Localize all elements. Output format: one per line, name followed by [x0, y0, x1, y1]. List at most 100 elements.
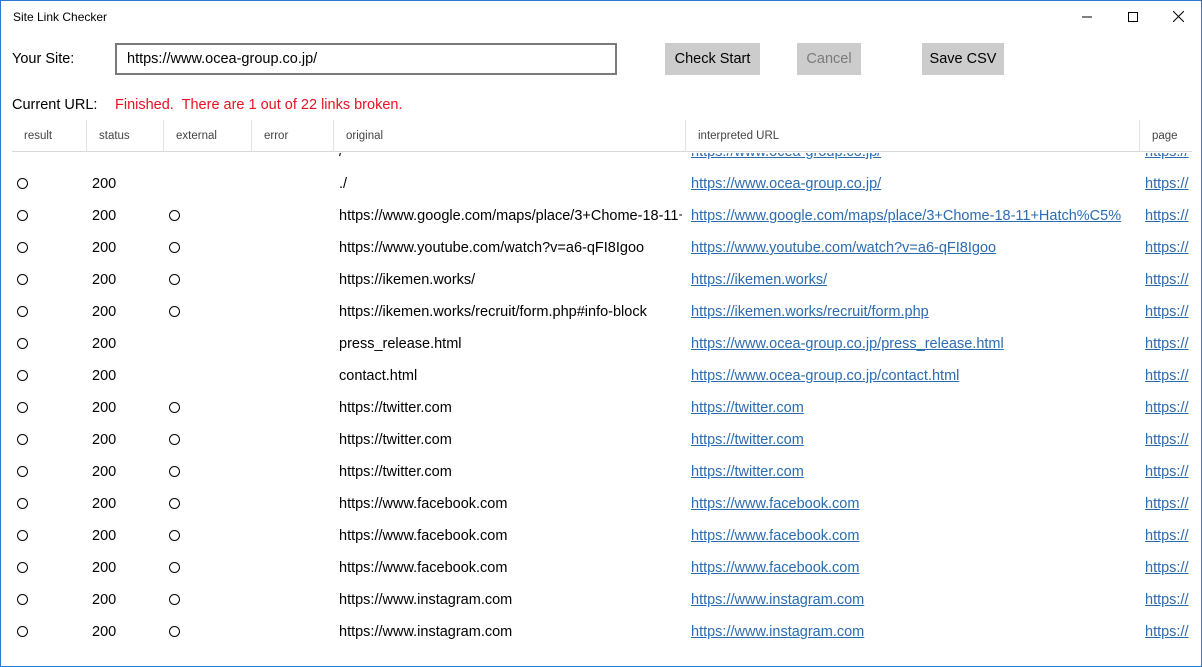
- close-icon: [1172, 11, 1184, 22]
- interpreted-url-link[interactable]: https://www.instagram.com: [691, 616, 1136, 648]
- original-url-cell: press_release.html: [339, 336, 462, 352]
- column-header-interpreted-url[interactable]: interpreted URL: [686, 120, 1140, 152]
- page-url-link[interactable]: https://: [1145, 328, 1192, 360]
- table-row[interactable]: 200 https://www.facebook.com https://www.f…: [12, 520, 1192, 552]
- interpreted-url-link[interactable]: https://www.facebook.com: [691, 552, 1136, 584]
- interpreted-url-link[interactable]: https://ikemen.works/recruit/form.php: [691, 296, 1136, 328]
- interpreted-url-link[interactable]: https://www.instagram.com: [691, 584, 1136, 616]
- minimize-button[interactable]: [1064, 1, 1110, 32]
- status-cell: 200: [92, 304, 117, 320]
- status-cell: 200: [92, 624, 117, 640]
- original-url-cell: https://www.facebook.com: [339, 496, 508, 512]
- page-url-link[interactable]: https://: [1145, 264, 1192, 296]
- external-cell: [169, 584, 249, 616]
- page-url-link[interactable]: https://: [1145, 392, 1192, 424]
- interpreted-url-link[interactable]: https://twitter.com: [691, 424, 1136, 456]
- status-cell: 200: [92, 432, 117, 448]
- status-cell: 200: [92, 240, 117, 256]
- result-cell: [17, 584, 77, 616]
- table-row[interactable]: 200 https://www.google.com/maps/place/3+C…: [12, 200, 1192, 232]
- interpreted-url-link[interactable]: https://www.facebook.com: [691, 488, 1136, 520]
- interpreted-url-link[interactable]: https://www.instagram.com: [691, 648, 1136, 656]
- table-row[interactable]: 200 https://twitter.com https://twitter.co…: [12, 392, 1192, 424]
- page-url-link[interactable]: https://: [1145, 584, 1192, 616]
- interpreted-url-link[interactable]: https://www.google.com/maps/place/3+Chom…: [691, 200, 1136, 232]
- page-url-link[interactable]: https://: [1145, 616, 1192, 648]
- maximize-button[interactable]: [1110, 1, 1156, 32]
- external-cell: [169, 456, 249, 488]
- table-row[interactable]: / https://www.ocea-group.co.jp/https://: [12, 153, 1192, 168]
- interpreted-url-link[interactable]: https://ikemen.works/: [691, 264, 1136, 296]
- ok-circle-icon: [17, 465, 28, 477]
- page-url-link[interactable]: https://: [1145, 360, 1192, 392]
- page-url-link[interactable]: https://: [1145, 456, 1192, 488]
- table-row[interactable]: 200 https://twitter.com https://twitter.co…: [12, 424, 1192, 456]
- column-header-status[interactable]: status: [87, 120, 164, 152]
- page-url-link[interactable]: https://: [1145, 488, 1192, 520]
- results-grid[interactable]: /https://www.ocea-group.co.jp/https://20…: [12, 153, 1192, 656]
- page-url-link[interactable]: https://: [1145, 424, 1192, 456]
- close-button[interactable]: [1155, 1, 1201, 32]
- ok-circle-icon: [169, 433, 180, 445]
- table-row[interactable]: 200 https://www.facebook.com https://www.f…: [12, 488, 1192, 520]
- result-cell: [17, 520, 77, 552]
- table-row[interactable]: 200 https://www.youtube.com/watch?v=a6-qF…: [12, 232, 1192, 264]
- column-header-external[interactable]: external: [164, 120, 252, 152]
- site-url-input[interactable]: [115, 43, 617, 75]
- external-cell: [169, 264, 249, 296]
- column-header-original[interactable]: original: [334, 120, 686, 152]
- ok-circle-icon: [169, 241, 180, 253]
- table-row[interactable]: 200 https://www.instagram.com https://www.…: [12, 648, 1192, 656]
- table-row[interactable]: 200 https://www.instagram.com https://www.…: [12, 584, 1192, 616]
- table-row[interactable]: 200 press_release.html https://www.ocea-gr…: [12, 328, 1192, 360]
- page-url-link[interactable]: https://: [1145, 232, 1192, 264]
- result-cell: [17, 456, 77, 488]
- table-row[interactable]: 200 https://twitter.com https://twitter.co…: [12, 456, 1192, 488]
- save-csv-button[interactable]: Save CSV: [922, 43, 1004, 75]
- original-url-cell: https://twitter.com: [339, 432, 452, 448]
- cancel-button[interactable]: Cancel: [797, 43, 861, 75]
- table-row[interactable]: 200 contact.html https://www.ocea-group.co…: [12, 360, 1192, 392]
- interpreted-url-link[interactable]: https://www.ocea-group.co.jp/press_relea…: [691, 328, 1136, 360]
- current-url-label: Current URL:: [12, 97, 98, 113]
- page-url-link[interactable]: https://: [1145, 200, 1192, 232]
- interpreted-url-link[interactable]: https://www.facebook.com: [691, 520, 1136, 552]
- page-url-link[interactable]: https://: [1145, 648, 1192, 656]
- page-url-link[interactable]: https://: [1145, 296, 1192, 328]
- page-url-link[interactable]: https://: [1145, 153, 1192, 168]
- page-url-link[interactable]: https://: [1145, 552, 1192, 584]
- ok-circle-icon: [169, 625, 180, 637]
- interpreted-url-link[interactable]: https://www.ocea-group.co.jp/: [691, 168, 1136, 200]
- ok-circle-icon: [17, 561, 28, 573]
- table-row[interactable]: 200 https://www.facebook.com https://www.f…: [12, 552, 1192, 584]
- check-start-button[interactable]: Check Start: [665, 43, 760, 75]
- original-url-cell: https://www.instagram.com: [339, 648, 682, 656]
- external-cell: [169, 200, 249, 232]
- page-url-link[interactable]: https://: [1145, 168, 1192, 200]
- interpreted-url-link[interactable]: https://www.youtube.com/watch?v=a6-qFI8I…: [691, 232, 1136, 264]
- interpreted-url-link[interactable]: https://twitter.com: [691, 456, 1136, 488]
- interpreted-url-link[interactable]: https://www.ocea-group.co.jp/: [691, 153, 1136, 168]
- original-url-cell: https://www.google.com/maps/place/3+Chom…: [339, 208, 682, 224]
- title-bar[interactable]: Site Link Checker: [1, 1, 1201, 32]
- table-row[interactable]: 200 https://www.instagram.com https://www.…: [12, 616, 1192, 648]
- table-row[interactable]: 200 https://ikemen.works/recruit/form.php…: [12, 296, 1192, 328]
- result-cell: [17, 264, 77, 296]
- external-cell: [169, 488, 249, 520]
- table-row[interactable]: 200 https://ikemen.works/https://ikemen.w…: [12, 264, 1192, 296]
- external-cell: [169, 328, 249, 360]
- interpreted-url-link[interactable]: https://twitter.com: [691, 392, 1136, 424]
- column-header-page[interactable]: page: [1140, 120, 1192, 152]
- ok-circle-icon: [17, 529, 28, 541]
- result-cell: [17, 648, 77, 656]
- table-row[interactable]: 200 ./ https://www.ocea-group.co.jp/https:…: [12, 168, 1192, 200]
- interpreted-url-link[interactable]: https://www.ocea-group.co.jp/contact.htm…: [691, 360, 1136, 392]
- result-cell: [17, 552, 77, 584]
- external-cell: [169, 168, 249, 200]
- original-url-cell: https://twitter.com: [339, 464, 452, 480]
- column-header-error[interactable]: error: [252, 120, 334, 152]
- column-header-result[interactable]: result: [12, 120, 87, 152]
- result-cell: [17, 424, 77, 456]
- ok-circle-icon: [17, 337, 28, 349]
- page-url-link[interactable]: https://: [1145, 520, 1192, 552]
